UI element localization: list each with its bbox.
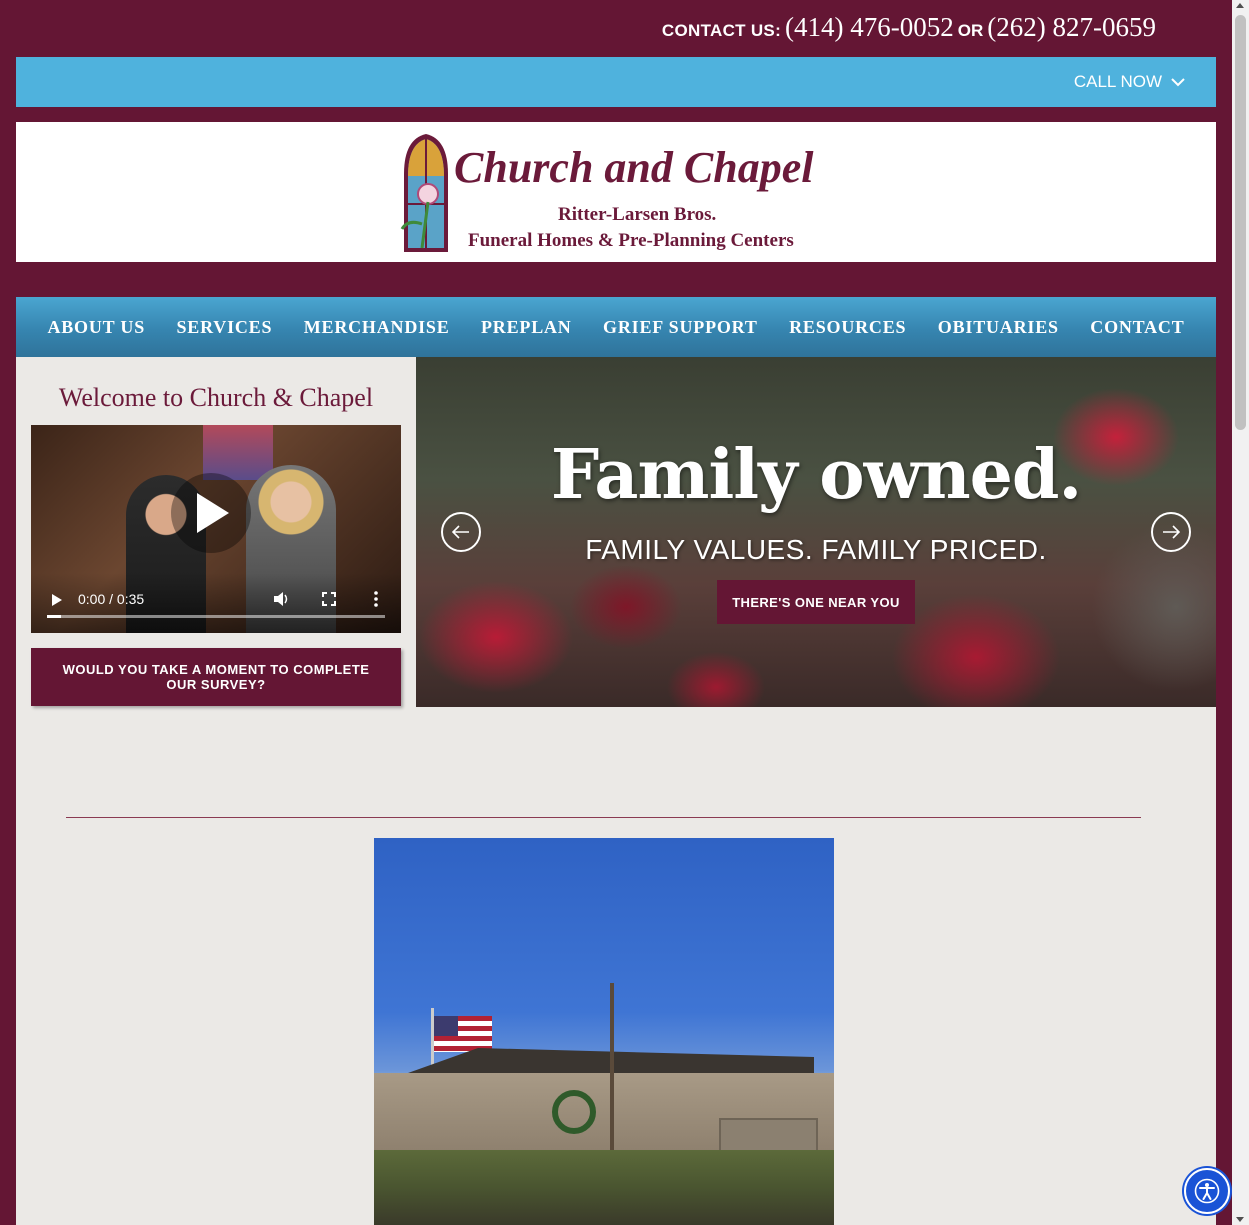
arrow-right-icon <box>1163 525 1180 539</box>
contact-line: CONTACT US: (414) 476-0052 OR (262) 827-… <box>662 12 1156 43</box>
video-progress-bar[interactable] <box>47 615 385 618</box>
nav-preplan[interactable]: PREPLAN <box>481 317 572 338</box>
logo-subtitle-2: Funeral Homes & Pre-Planning Centers <box>468 230 794 251</box>
section-divider <box>66 817 1141 818</box>
play-icon <box>197 493 229 533</box>
nav-obituaries[interactable]: OBITUARIES <box>938 317 1059 338</box>
contact-label: CONTACT US: <box>661 21 782 40</box>
welcome-video[interactable]: 0:00 / 0:35 <box>31 425 401 633</box>
logo-subtitle-1: Ritter-Larsen Bros. <box>558 204 717 225</box>
find-location-button[interactable]: THERE'S ONE NEAR YOU <box>717 580 915 624</box>
slider-next-button[interactable] <box>1151 512 1191 552</box>
site-logo[interactable]: Church and Chapel Ritter-Larsen Bros. Fu… <box>398 134 838 252</box>
main-content: Welcome to Church & Chapel 0:00 / 0:35 W… <box>16 357 1216 1225</box>
call-now-button[interactable]: CALL NOW <box>1074 72 1186 92</box>
nav-resources[interactable]: RESOURCES <box>789 317 906 338</box>
phone-link-2[interactable]: (262) 827-0659 <box>987 12 1156 42</box>
volume-icon[interactable] <box>273 591 291 607</box>
phone-link-1[interactable]: (414) 476-0052 <box>785 12 954 42</box>
contact-or: OR <box>957 21 984 40</box>
survey-button[interactable]: WOULD YOU TAKE A MOMENT TO COMPLETE OUR … <box>31 648 401 706</box>
accessibility-icon <box>1194 1178 1220 1204</box>
scroll-thumb[interactable] <box>1235 15 1246 430</box>
nav-contact[interactable]: CONTACT <box>1090 317 1184 338</box>
video-time: 0:00 / 0:35 <box>78 591 145 607</box>
hero-slider: Family owned. FAMILY VALUES. FAMILY PRIC… <box>416 357 1216 707</box>
american-flag <box>434 1016 492 1052</box>
welcome-heading: Welcome to Church & Chapel <box>58 383 374 412</box>
stained-glass-logo-icon <box>400 134 448 252</box>
hero-title: Family owned. <box>550 435 1082 515</box>
nav-grief-support[interactable]: GRIEF SUPPORT <box>603 317 758 338</box>
fullscreen-icon[interactable] <box>322 592 336 606</box>
scroll-down-icon[interactable] <box>1236 1217 1244 1222</box>
video-controls: 0:00 / 0:35 <box>31 573 401 633</box>
lawn <box>374 1150 834 1225</box>
arrow-left-icon <box>452 525 469 539</box>
call-now-label: CALL NOW <box>1073 72 1162 91</box>
hero-subtitle: FAMILY VALUES. FAMILY PRICED. <box>585 534 1047 565</box>
nav-services[interactable]: SERVICES <box>176 317 272 338</box>
chevron-down-icon <box>1171 78 1185 87</box>
page-scrollbar[interactable] <box>1232 0 1249 1225</box>
video-big-play-button[interactable] <box>171 473 251 553</box>
nav-about-us[interactable]: ABOUT US <box>47 317 145 338</box>
more-options-icon[interactable] <box>374 591 378 607</box>
main-nav: ABOUT US SERVICES MERCHANDISE PREPLAN GR… <box>16 297 1216 357</box>
tree <box>610 983 614 1153</box>
building-photo <box>374 838 834 1225</box>
video-stained-glass <box>203 425 273 480</box>
logo-header: Church and Chapel Ritter-Larsen Bros. Fu… <box>16 122 1216 262</box>
wreath <box>552 1090 596 1134</box>
scroll-up-icon[interactable] <box>1236 3 1244 8</box>
logo-title: Church and Chapel <box>454 143 814 192</box>
contact-bar: CONTACT US: (414) 476-0052 OR (262) 827-… <box>0 0 1232 57</box>
play-icon[interactable] <box>51 593 63 607</box>
slider-prev-button[interactable] <box>441 512 481 552</box>
accessibility-button[interactable] <box>1184 1168 1230 1214</box>
nav-merchandise[interactable]: MERCHANDISE <box>304 317 450 338</box>
video-progress-fill <box>47 615 61 618</box>
callnow-bar: CALL NOW <box>16 57 1216 107</box>
